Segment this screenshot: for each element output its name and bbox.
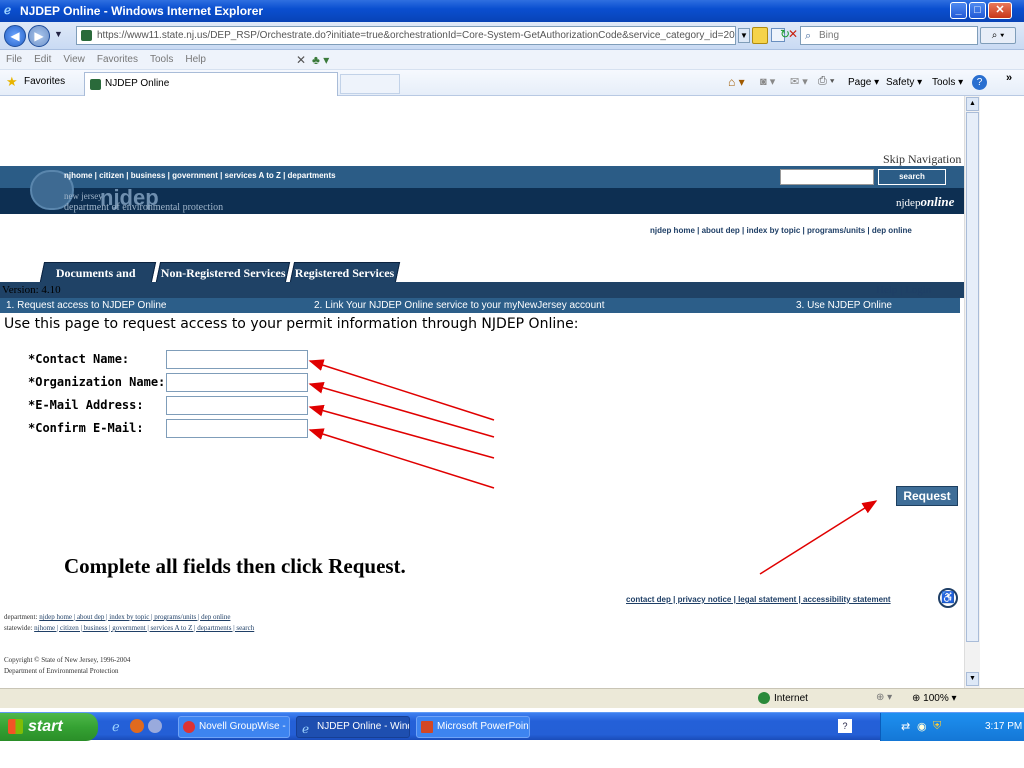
back-button[interactable]: ◀ [4, 25, 26, 47]
menu-tools[interactable]: Tools [150, 54, 173, 65]
address-url: https://www11.state.nj.us/DEP_RSP/Orches… [97, 30, 736, 41]
taskbar-strip: start ℯ Novell GroupWise - M... ℯ NJDEP O… [0, 712, 1024, 741]
ie-window: ℯ NJDEP Online - Windows Internet Explor… [0, 0, 1024, 768]
search-go-icon[interactable]: ⌕ ▾ [980, 27, 1016, 44]
quicklaunch-app-icon[interactable] [130, 719, 144, 733]
taskbar-item-njdep[interactable]: ℯ NJDEP Online - Windo... [296, 716, 410, 738]
forward-button[interactable]: ▶ [28, 25, 50, 47]
chevron-right-icon[interactable]: » [1006, 72, 1012, 84]
taskbar-item-powerpoint-label: Microsoft PowerPoint ... [437, 721, 530, 732]
status-bar: Internet ⊕ ▾ ⊕ 100% ▾ [0, 688, 1024, 708]
menu-help[interactable]: Help [185, 54, 206, 65]
favorites-bar: ★ Favorites NJDEP Online ⌂ ▾ ◙ ▾ ✉ ▾ ⎙ ▾… [0, 70, 1024, 96]
address-input[interactable]: https://www11.state.nj.us/DEP_RSP/Orches… [76, 26, 736, 45]
address-dropdown-icon[interactable]: ▼ [738, 28, 750, 43]
menu-edit[interactable]: Edit [34, 54, 51, 65]
mail-icon[interactable]: ✉ ▾ [790, 75, 808, 88]
zoom-level: 100% [923, 693, 949, 704]
menu-view[interactable]: View [63, 54, 85, 65]
web-page: Skip Navigation njhome | citizen | busin… [0, 96, 964, 688]
taskbar-item-groupwise-label: Novell GroupWise - M... [199, 721, 289, 732]
search-input[interactable]: ⌕ Bing [800, 26, 978, 45]
footer-dept-label: department: [4, 613, 38, 621]
network-icon[interactable]: ⇄ [901, 720, 910, 733]
home-icon[interactable]: ⌂ ▾ [728, 75, 745, 89]
print-icon[interactable]: ⎙ ▾ [818, 75, 834, 88]
menu-file[interactable]: File [6, 54, 22, 65]
scroll-up-icon[interactable]: ▲ [966, 97, 979, 111]
taskbar-item-groupwise[interactable]: Novell GroupWise - M... [178, 716, 290, 738]
ie-logo-icon: ℯ [4, 3, 12, 17]
close-button[interactable]: ✕ [988, 2, 1012, 19]
page-menu[interactable]: Page ▾ [848, 77, 879, 88]
zoom-icon: ⊕ [912, 693, 924, 704]
close-toolbar-icon[interactable]: ✕ [296, 50, 306, 70]
footer-state-label: statewide: [4, 624, 33, 632]
footer-state-links[interactable]: njhome | citizen | business | government… [34, 624, 254, 632]
bing-search-icon: ⌕ [805, 30, 812, 42]
windows-logo-icon [8, 719, 23, 734]
powerpoint-icon [421, 721, 433, 733]
taskbar-item-powerpoint[interactable]: Microsoft PowerPoint ... [416, 716, 530, 738]
title-bar: ℯ NJDEP Online - Windows Internet Explor… [0, 0, 1024, 22]
arrow-email-address [308, 404, 495, 459]
scroll-thumb[interactable] [966, 112, 979, 642]
arrow-request [759, 500, 878, 575]
top-nav-links[interactable]: njhome | citizen | business | government… [64, 171, 336, 180]
browser-tab[interactable]: NJDEP Online [84, 72, 338, 96]
help-icon[interactable]: ? [972, 75, 987, 90]
taskbar-item-njdep-label: NJDEP Online - Windo... [317, 721, 409, 732]
stop-icon[interactable]: ✕ [788, 27, 798, 41]
zone-text: Internet [774, 693, 808, 704]
logo-prefix: new jersey [64, 191, 103, 201]
footer-state-line: statewide: njhome | citizen | business |… [4, 624, 254, 632]
taskbar: start ℯ Novell GroupWise - M... ℯ NJDEP O… [0, 708, 1024, 768]
new-tab-button[interactable] [340, 74, 400, 94]
ie-taskbar-icon: ℯ [302, 722, 310, 736]
site-favicon-icon [81, 30, 92, 41]
copyright-text: Copyright © State of New Jersey, 1996-20… [4, 656, 131, 664]
feeds-icon[interactable]: ◙ ▾ [760, 75, 775, 88]
tools-menu[interactable]: Tools ▾ [932, 77, 963, 88]
maximize-button[interactable]: □ [969, 2, 986, 19]
instruction-text: Complete all fields then click Request. [64, 554, 406, 578]
minimize-button[interactable]: _ [950, 2, 967, 19]
search-placeholder: Bing [819, 30, 840, 41]
addon-icon[interactable]: ♣ ▾ [312, 50, 329, 70]
scroll-down-icon[interactable]: ▼ [966, 672, 979, 686]
start-label: start [28, 718, 63, 735]
lock-icon[interactable] [752, 27, 768, 44]
clock[interactable]: 3:17 PM [985, 721, 1022, 732]
request-button[interactable]: Request [896, 486, 958, 506]
protected-mode-icon[interactable]: ⊕ ▾ [876, 692, 892, 703]
zoom-control[interactable]: ⊕ 100% ▾ [912, 693, 957, 704]
footer-dept-links[interactable]: njdep home | about dep | index by topic … [39, 613, 230, 621]
favorites-button[interactable]: Favorites [24, 76, 65, 87]
safety-menu[interactable]: Safety ▾ [886, 77, 922, 88]
page-scrollbar[interactable]: ▲ ▼ [964, 96, 980, 688]
window-title: NJDEP Online - Windows Internet Explorer [20, 4, 264, 18]
footer-links[interactable]: contact dep | privacy notice | legal sta… [626, 595, 891, 604]
system-tray: ⇄ ◉ ⛨ 3:17 PM [880, 713, 1024, 741]
menu-bar: File Edit View Favorites Tools Help ✕ ♣ ▾ [0, 50, 1024, 70]
tab-title: NJDEP Online [105, 78, 170, 89]
logo-subtitle: department of environmental protection [64, 202, 224, 213]
history-dropdown-icon[interactable]: ▼ [54, 29, 63, 39]
footer-dept-line: department: njdep home | about dep | ind… [4, 613, 230, 621]
quicklaunch-ie-icon[interactable]: ℯ [112, 719, 120, 735]
shield-icon[interactable]: ⛨ [933, 720, 941, 733]
copyright-department: Department of Environmental Protection [4, 667, 119, 675]
accessibility-icon[interactable]: ♿ [938, 588, 958, 608]
start-button[interactable]: start [0, 713, 98, 741]
quicklaunch-desktop-icon[interactable] [148, 719, 162, 733]
address-toolbar: ◀ ▶ ▼ https://www11.state.nj.us/DEP_RSP/… [0, 22, 1024, 50]
menu-favorites[interactable]: Favorites [97, 54, 138, 65]
groupwise-icon [183, 721, 195, 733]
language-icon[interactable]: ? [838, 719, 852, 733]
favorites-star-icon: ★ [6, 74, 18, 89]
arrow-confirm-email [308, 428, 495, 489]
security-icon[interactable]: ◉ [917, 720, 927, 733]
tab-favicon-icon [90, 79, 101, 90]
internet-zone-icon [758, 692, 770, 704]
